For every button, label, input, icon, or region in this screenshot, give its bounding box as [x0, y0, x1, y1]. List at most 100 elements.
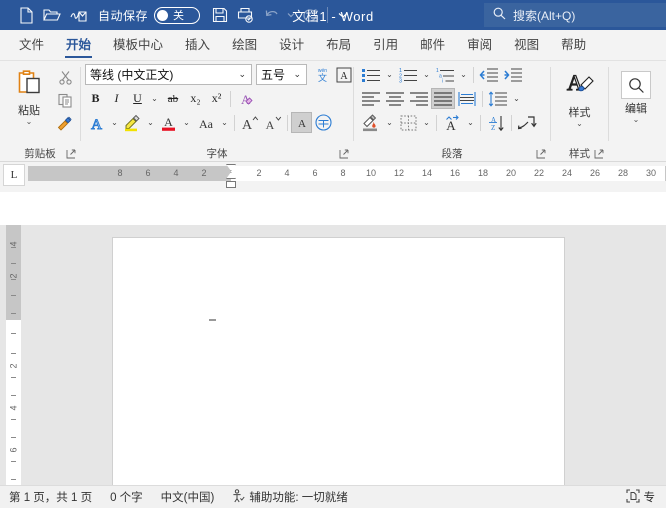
save-icon[interactable] [208, 4, 232, 26]
font-dialog-launcher-icon[interactable] [338, 148, 350, 160]
asian-layout-dropdown-icon[interactable]: ⌄ [464, 112, 477, 133]
phonetic-guide-button[interactable]: wén 文 [312, 64, 333, 85]
cut-button[interactable] [54, 67, 76, 87]
tab-template-center[interactable]: 模板中心 [102, 30, 174, 60]
status-accessibility[interactable]: 辅助功能: 一切就绪 [223, 488, 356, 506]
focus-mode-button[interactable]: 专 [617, 488, 665, 506]
tab-home[interactable]: 开始 [55, 30, 102, 60]
multilevel-list-button[interactable]: 1ai [433, 64, 457, 85]
paragraph-dialog-launcher-icon[interactable] [535, 148, 547, 160]
bold-button[interactable]: B [85, 88, 106, 109]
styles-dialog-launcher-icon[interactable] [593, 148, 605, 160]
font-name-value: 等线 (中文正文) [90, 68, 174, 82]
shading-dropdown-icon[interactable]: ⌄ [383, 112, 396, 133]
text-effects-dropdown-icon[interactable]: ⌄ [108, 112, 121, 133]
sort-button[interactable]: AZ [484, 112, 508, 133]
chevron-down-icon[interactable]: ⌄ [236, 69, 248, 80]
tab-review[interactable]: 审阅 [456, 30, 503, 60]
styles-button[interactable]: A 样式 ⌄ [557, 64, 603, 128]
tab-layout[interactable]: 布局 [315, 30, 362, 60]
change-case-button[interactable]: Aa [193, 112, 218, 133]
font-name-combo[interactable]: 等线 (中文正文) ⌄ [85, 64, 252, 85]
undo-dropdown-icon[interactable] [286, 4, 296, 26]
font-color-button[interactable]: A [157, 112, 180, 133]
line-spacing-button[interactable] [486, 88, 510, 109]
align-right-button[interactable] [407, 88, 431, 109]
chevron-down-icon[interactable]: ⌄ [576, 120, 583, 128]
character-shading-button[interactable]: A [291, 112, 312, 133]
asian-layout-button[interactable]: A [440, 112, 464, 133]
tab-file[interactable]: 文件 [8, 30, 55, 60]
chevron-down-icon[interactable]: ⌄ [26, 118, 33, 126]
status-word-count[interactable]: 0 个字 [101, 489, 152, 505]
shrink-font-button[interactable]: A [261, 112, 284, 133]
new-document-icon[interactable] [14, 4, 38, 26]
text-effects-button[interactable]: A [85, 112, 108, 133]
shading-button[interactable] [359, 112, 383, 133]
subscript-button[interactable]: x₂ [185, 88, 206, 109]
decrease-indent-button[interactable] [477, 64, 501, 85]
svg-text:A: A [567, 70, 583, 95]
open-folder-icon[interactable] [40, 4, 64, 26]
highlight-color-button[interactable] [121, 112, 144, 133]
line-spacing-dropdown-icon[interactable]: ⌄ [510, 88, 523, 109]
underline-dropdown-icon[interactable]: ⌄ [148, 88, 161, 109]
undo-icon[interactable] [260, 4, 284, 26]
search-box[interactable]: 搜索(Alt+Q) [484, 3, 666, 27]
group-editing: 编辑 ⌄ [609, 61, 663, 161]
strikethrough-button[interactable]: ab [161, 88, 185, 109]
tab-draw[interactable]: 绘图 [221, 30, 268, 60]
multilevel-dropdown-icon[interactable]: ⌄ [457, 64, 470, 85]
tab-insert[interactable]: 插入 [174, 30, 221, 60]
signature-icon[interactable] [66, 4, 90, 26]
tab-view[interactable]: 视图 [503, 30, 550, 60]
redo-icon[interactable] [298, 4, 322, 26]
distribute-button[interactable] [455, 88, 479, 109]
customize-qat-icon[interactable] [333, 12, 353, 19]
character-border-button[interactable]: A [333, 64, 354, 85]
increase-indent-button[interactable] [501, 64, 525, 85]
status-page-info[interactable]: 第 1 页，共 1 页 [0, 489, 101, 505]
horizontal-ruler[interactable]: 8 6 4 2 2 4 6 8 10 12 14 16 18 20 22 24 … [28, 162, 666, 192]
copy-button[interactable] [54, 90, 76, 110]
tab-mailings[interactable]: 邮件 [409, 30, 456, 60]
chevron-down-icon[interactable]: ⌄ [633, 116, 640, 124]
grow-font-button[interactable]: A [238, 112, 261, 133]
clipboard-dialog-launcher-icon[interactable] [65, 148, 77, 160]
underline-button[interactable]: U [127, 88, 148, 109]
svg-text:A: A [340, 71, 348, 82]
tab-stop-selector[interactable]: L [3, 164, 25, 186]
vruler-number: 4 [8, 241, 19, 247]
numbering-dropdown-icon[interactable]: ⌄ [420, 64, 433, 85]
editing-button[interactable]: 编辑 ⌄ [613, 67, 659, 124]
bullets-button[interactable] [359, 64, 383, 85]
status-language[interactable]: 中文(中国) [152, 489, 224, 505]
numbering-button[interactable]: 123 [396, 64, 420, 85]
enclose-character-button[interactable] [312, 112, 335, 133]
print-preview-icon[interactable] [234, 4, 258, 26]
borders-button[interactable] [396, 112, 420, 133]
borders-dropdown-icon[interactable]: ⌄ [420, 112, 433, 133]
tab-references[interactable]: 引用 [362, 30, 409, 60]
chevron-down-icon[interactable]: ⌄ [291, 69, 303, 80]
tab-help[interactable]: 帮助 [550, 30, 597, 60]
paste-button[interactable]: 粘贴 ⌄ [6, 64, 52, 126]
highlight-dropdown-icon[interactable]: ⌄ [144, 112, 157, 133]
left-indent-marker[interactable] [226, 181, 236, 188]
bullets-dropdown-icon[interactable]: ⌄ [383, 64, 396, 85]
show-formatting-marks-button[interactable] [515, 112, 539, 133]
change-case-dropdown-icon[interactable]: ⌄ [218, 112, 231, 133]
vertical-ruler[interactable]: 4 2 2 4 6 8 [6, 225, 21, 504]
font-size-combo[interactable]: 五号 ⌄ [256, 64, 307, 85]
font-color-dropdown-icon[interactable]: ⌄ [180, 112, 193, 133]
italic-button[interactable]: I [106, 88, 127, 109]
align-justify-button[interactable] [431, 88, 455, 109]
autosave-toggle[interactable]: 关 [154, 6, 201, 24]
superscript-button[interactable]: x² [206, 88, 227, 109]
align-center-button[interactable] [383, 88, 407, 109]
clear-formatting-button[interactable]: A [234, 88, 255, 109]
tab-design[interactable]: 设计 [268, 30, 315, 60]
document-page[interactable] [112, 237, 565, 505]
format-painter-button[interactable] [54, 113, 76, 133]
align-left-button[interactable] [359, 88, 383, 109]
